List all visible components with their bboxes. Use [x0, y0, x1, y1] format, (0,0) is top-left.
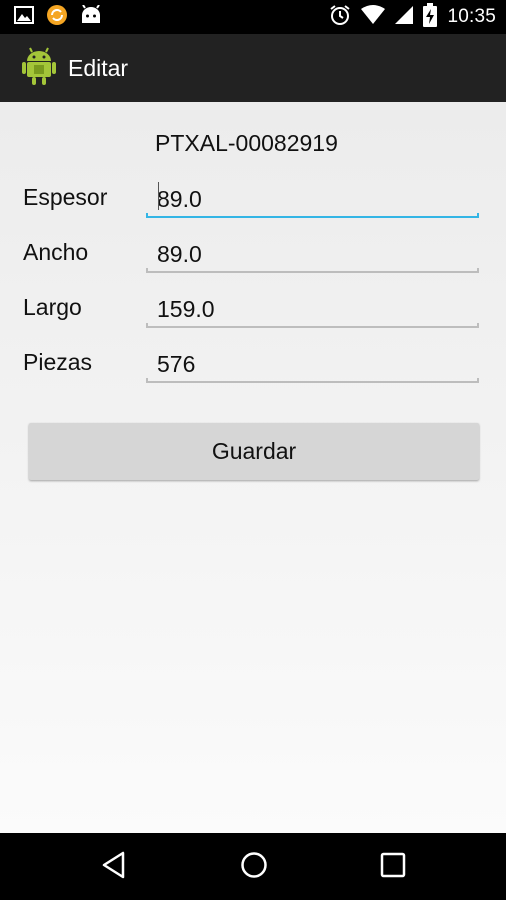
field-row-espesor: Espesor	[0, 176, 506, 228]
ancho-label: Ancho	[23, 239, 89, 265]
field-row-largo: Largo	[0, 286, 506, 338]
espesor-underline	[146, 213, 479, 218]
android-notification-icon	[80, 3, 102, 30]
piezas-underline	[146, 378, 479, 383]
recents-button[interactable]	[373, 847, 413, 887]
largo-underline	[146, 323, 479, 328]
sync-icon	[46, 4, 68, 31]
ancho-input[interactable]	[146, 231, 479, 271]
navigation-bar	[0, 833, 506, 900]
system-icons: 10:35	[329, 2, 496, 32]
edit-form: PTXAL-00082919 Espesor Ancho Largo Pieza…	[0, 102, 506, 833]
ancho-underline	[146, 268, 479, 273]
android-app-icon[interactable]	[22, 47, 56, 90]
espesor-label: Espesor	[23, 184, 108, 210]
image-icon	[14, 5, 34, 29]
notification-icons	[14, 3, 102, 31]
status-time: 10:35	[447, 6, 496, 27]
back-icon	[101, 851, 127, 884]
home-icon	[240, 851, 268, 884]
field-row-piezas: Piezas	[0, 341, 506, 393]
wifi-icon	[361, 4, 386, 30]
action-bar: Editar	[0, 34, 506, 102]
alarm-icon	[329, 4, 351, 31]
largo-label: Largo	[23, 294, 82, 320]
recents-icon	[380, 852, 406, 883]
piezas-label: Piezas	[23, 349, 93, 375]
back-button[interactable]	[94, 847, 134, 887]
home-button[interactable]	[234, 847, 274, 887]
field-row-ancho: Ancho	[0, 231, 506, 283]
screen-title: Editar	[68, 54, 129, 81]
save-button[interactable]: Guardar	[29, 423, 479, 480]
status-bar: 10:35	[0, 0, 506, 34]
signal-icon	[395, 5, 414, 29]
record-id: PTXAL-00082919	[155, 130, 338, 156]
espesor-input[interactable]	[146, 176, 479, 216]
battery-charging-icon	[423, 2, 438, 32]
piezas-input[interactable]	[146, 341, 479, 381]
largo-input[interactable]	[146, 286, 479, 326]
text-cursor	[158, 182, 159, 210]
